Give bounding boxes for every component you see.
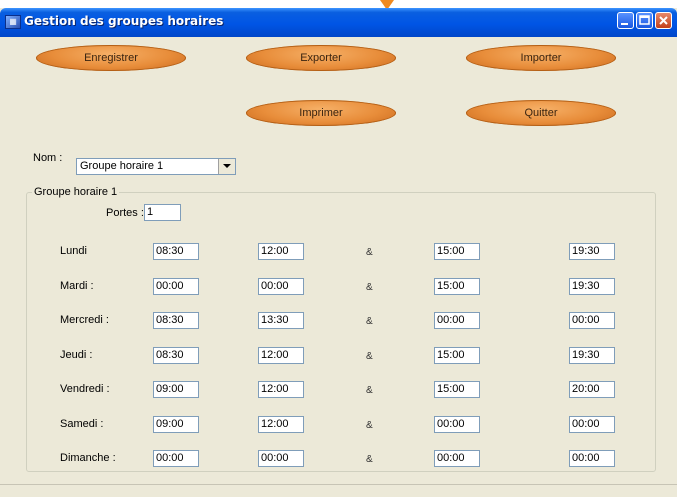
separator-ampersand: &: [366, 247, 373, 258]
time-input-t2[interactable]: 12:00: [258, 347, 304, 364]
quitter-button[interactable]: Quitter: [466, 100, 616, 126]
title-bar[interactable]: ▦ Gestion des groupes horaires: [0, 8, 677, 37]
time-input-t1[interactable]: 08:30: [153, 312, 199, 329]
minimize-icon: [621, 23, 628, 25]
time-input-t3[interactable]: 15:00: [434, 243, 480, 260]
separator-ampersand: &: [366, 282, 373, 293]
portes-label: Portes :: [106, 207, 144, 219]
groupe-horaire-title: Groupe horaire 1: [32, 186, 120, 198]
day-label: Samedi :: [60, 418, 104, 430]
importer-button[interactable]: Importer: [466, 45, 616, 71]
chevron-down-icon[interactable]: [218, 159, 235, 174]
time-input-t2[interactable]: 12:00: [258, 381, 304, 398]
portes-input[interactable]: 1: [144, 204, 181, 221]
maximize-button[interactable]: [636, 12, 653, 29]
time-input-t3[interactable]: 00:00: [434, 450, 480, 467]
time-input-t2[interactable]: 00:00: [258, 278, 304, 295]
time-input-t1[interactable]: 09:00: [153, 416, 199, 433]
time-input-t1[interactable]: 08:30: [153, 243, 199, 260]
time-input-t1[interactable]: 08:30: [153, 347, 199, 364]
separator-ampersand: &: [366, 351, 373, 362]
maximize-icon: [639, 15, 650, 25]
app-icon: ▦: [5, 15, 21, 29]
separator-ampersand: &: [366, 454, 373, 465]
enregistrer-button[interactable]: Enregistrer: [36, 45, 186, 71]
day-label: Jeudi :: [60, 349, 93, 361]
day-label: Mardi :: [60, 280, 94, 292]
time-input-t2[interactable]: 13:30: [258, 312, 304, 329]
time-input-t1[interactable]: 00:00: [153, 450, 199, 467]
time-input-t4[interactable]: 19:30: [569, 278, 615, 295]
window-title: Gestion des groupes horaires: [24, 14, 224, 28]
main-window: ▦ Gestion des groupes horaires Enregistr…: [0, 8, 677, 497]
groupe-horaire-groupbox: [26, 192, 656, 472]
time-input-t3[interactable]: 15:00: [434, 381, 480, 398]
time-input-t3[interactable]: 15:00: [434, 278, 480, 295]
time-input-t2[interactable]: 12:00: [258, 243, 304, 260]
time-input-t4[interactable]: 00:00: [569, 312, 615, 329]
nom-select[interactable]: Groupe horaire 1: [76, 158, 236, 175]
time-input-t4[interactable]: 00:00: [569, 416, 615, 433]
time-input-t4[interactable]: 19:30: [569, 347, 615, 364]
time-input-t4[interactable]: 20:00: [569, 381, 615, 398]
time-input-t4[interactable]: 00:00: [569, 450, 615, 467]
separator-ampersand: &: [366, 420, 373, 431]
close-button[interactable]: [655, 12, 672, 29]
day-label: Vendredi :: [60, 383, 110, 395]
separator-ampersand: &: [366, 316, 373, 327]
time-input-t1[interactable]: 09:00: [153, 381, 199, 398]
separator-ampersand: &: [366, 385, 373, 396]
nom-label: Nom :: [33, 152, 63, 164]
time-input-t3[interactable]: 00:00: [434, 416, 480, 433]
day-label: Dimanche :: [60, 452, 116, 464]
status-bar: [0, 484, 677, 497]
minimize-button[interactable]: [617, 12, 634, 29]
day-label: Mercredi :: [60, 314, 109, 326]
exporter-button[interactable]: Exporter: [246, 45, 396, 71]
time-input-t2[interactable]: 12:00: [258, 416, 304, 433]
time-input-t4[interactable]: 19:30: [569, 243, 615, 260]
close-icon: [659, 16, 668, 25]
time-input-t3[interactable]: 00:00: [434, 312, 480, 329]
day-label: Lundi: [60, 245, 87, 257]
time-input-t2[interactable]: 00:00: [258, 450, 304, 467]
time-input-t3[interactable]: 15:00: [434, 347, 480, 364]
nom-select-value: Groupe horaire 1: [80, 160, 164, 172]
time-input-t1[interactable]: 00:00: [153, 278, 199, 295]
imprimer-button[interactable]: Imprimer: [246, 100, 396, 126]
